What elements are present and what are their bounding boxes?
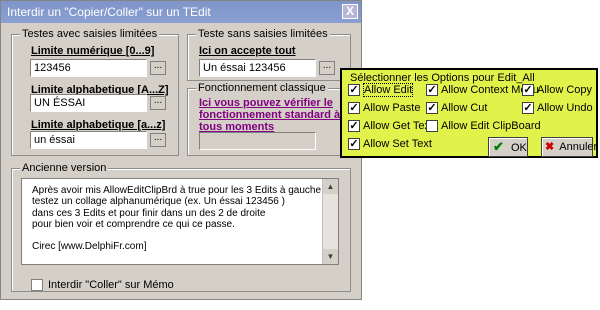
edit-lowercase[interactable]: un éssai bbox=[30, 131, 147, 149]
checkbox-forbid-paste-memo-label: Interdir "Coller" sur Mémo bbox=[48, 279, 174, 291]
link-classic-check[interactable]: Ici vous pouvez vérifier le fonctionneme… bbox=[199, 97, 344, 133]
option-allow-undo[interactable]: ✓ Allow Undo bbox=[522, 102, 593, 115]
memo-line: Cirec [www.DelphiFr.com] bbox=[32, 241, 147, 253]
option-allow-paste[interactable]: ✓ Allow Paste bbox=[348, 102, 421, 115]
memo-notes[interactable]: Après avoir mis AllowEditClipBrd à true … bbox=[21, 178, 339, 265]
option-allow-get-text[interactable]: ✓ Allow Get Text bbox=[348, 120, 434, 133]
memo-line bbox=[32, 230, 321, 241]
checkbox-allow-get-text[interactable]: ✓ bbox=[348, 120, 360, 133]
checkbox-allow-set-text[interactable]: ✓ bbox=[348, 138, 360, 151]
cancel-button-label: Annuler bbox=[559, 141, 598, 153]
option-allow-get-text-label: Allow Get Text bbox=[363, 120, 434, 133]
button-uppercase-options[interactable]: ... bbox=[150, 96, 166, 110]
checkbox-allow-cut[interactable]: ✓ bbox=[426, 102, 438, 115]
checkbox-allow-undo[interactable]: ✓ bbox=[522, 102, 534, 115]
cancel-button[interactable]: ✖ Annuler bbox=[541, 137, 597, 157]
group-limited-input-label: Testes avec saisies limitées bbox=[20, 28, 160, 40]
checkbox-allow-context-menu[interactable]: ✓ bbox=[426, 84, 438, 97]
memo-line: testez un collage alphanumérique (ex. Un… bbox=[32, 196, 285, 208]
label-numeric-limit: Limite numérique [0...9] bbox=[31, 45, 155, 57]
memo-line: pour bien voir et comprendre ce qui ce p… bbox=[32, 218, 235, 230]
checkbox-allow-edit[interactable]: ✓ bbox=[348, 84, 360, 97]
checkbox-forbid-paste-memo[interactable] bbox=[31, 279, 43, 291]
ok-button[interactable]: ✔ OK bbox=[488, 137, 528, 157]
close-button[interactable]: X bbox=[342, 4, 358, 19]
edit-accept-all[interactable]: Un éssai 123456 bbox=[199, 59, 316, 77]
check-icon: ✔ bbox=[493, 139, 504, 154]
edit-uppercase[interactable]: UN ÉSSAI bbox=[30, 94, 147, 112]
edit-classic[interactable] bbox=[199, 132, 316, 150]
button-accept-all-options[interactable]: ... bbox=[319, 61, 335, 75]
option-allow-cut[interactable]: ✓ Allow Cut bbox=[426, 102, 488, 115]
title-bar[interactable]: Interdir un "Copier/Coller" sur un TEdit… bbox=[1, 1, 361, 23]
memo-text: Après avoir mis AllowEditClipBrd à true … bbox=[32, 185, 321, 253]
memo-line: Après avoir mis AllowEditClipBrd à true … bbox=[32, 185, 322, 196]
option-allow-set-text[interactable]: ✓ Allow Set Text bbox=[348, 138, 432, 151]
memo-line: dans ces 3 Edits et pour finir dans un d… bbox=[32, 207, 266, 219]
option-allow-paste-label: Allow Paste bbox=[363, 102, 421, 115]
checkbox-allow-paste[interactable]: ✓ bbox=[348, 102, 360, 115]
button-lowercase-options[interactable]: ... bbox=[150, 133, 166, 147]
window-title: Interdir un "Copier/Coller" sur un TEdit bbox=[7, 5, 211, 19]
option-allow-copy-label: Allow Copy bbox=[537, 84, 593, 97]
button-numeric-options[interactable]: ... bbox=[150, 61, 166, 75]
option-allow-cut-label: Allow Cut bbox=[441, 102, 488, 115]
label-accept-all: Ici on accepte tout bbox=[199, 45, 296, 57]
main-window: Interdir un "Copier/Coller" sur un TEdit… bbox=[0, 0, 362, 300]
label-lower-limit: Limite alphabetique [a...z] bbox=[31, 119, 166, 131]
scroll-down-icon[interactable]: ▼ bbox=[323, 249, 338, 264]
option-allow-copy[interactable]: ✓ Allow Copy bbox=[522, 84, 593, 97]
memo-scrollbar[interactable]: ▲ ▼ bbox=[322, 179, 338, 264]
option-allow-undo-label: Allow Undo bbox=[537, 102, 593, 115]
option-allow-edit-label: Allow Edit bbox=[363, 83, 414, 98]
option-allow-edit[interactable]: ✓ Allow Edit bbox=[348, 83, 414, 98]
checkbox-allow-copy[interactable]: ✓ bbox=[522, 84, 534, 97]
group-old-version-label: Ancienne version bbox=[20, 162, 109, 174]
checkbox-allow-edit-clipboard[interactable] bbox=[426, 120, 438, 133]
ok-button-label: OK bbox=[510, 142, 527, 154]
option-allow-edit-clipboard-label: Allow Edit ClipBoard bbox=[441, 120, 541, 133]
options-popup: Sélectionner les Options pour Edit_All ✓… bbox=[340, 68, 598, 158]
edit-numeric[interactable]: 123456 bbox=[30, 59, 147, 77]
group-unlimited-input-label: Teste sans saisies limitées bbox=[196, 28, 330, 40]
option-allow-set-text-label: Allow Set Text bbox=[363, 138, 432, 151]
group-classic-label: Fonctionnement classique bbox=[196, 82, 328, 94]
cancel-icon: ✖ bbox=[545, 141, 555, 153]
scroll-up-icon[interactable]: ▲ bbox=[323, 179, 338, 194]
option-allow-edit-clipboard[interactable]: Allow Edit ClipBoard bbox=[426, 120, 541, 133]
